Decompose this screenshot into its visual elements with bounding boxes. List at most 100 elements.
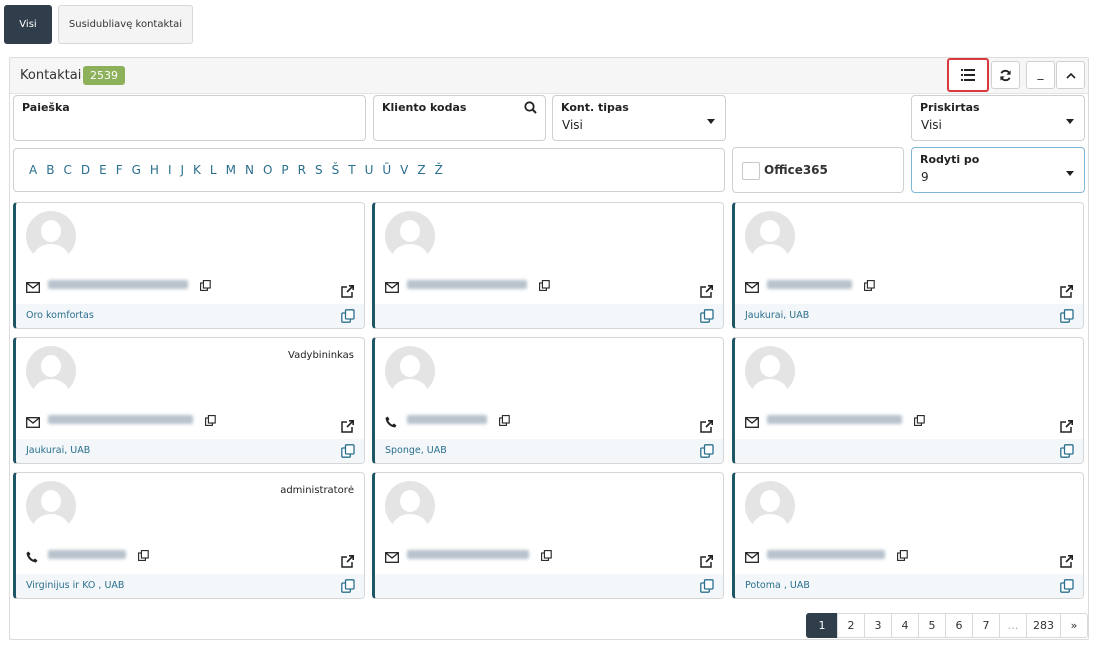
- alphabet-letter[interactable]: V: [400, 163, 408, 177]
- alphabet-letter[interactable]: J: [180, 163, 184, 177]
- copy-company-button[interactable]: [341, 578, 355, 597]
- tab-all[interactable]: Visi: [4, 5, 52, 44]
- company-link[interactable]: Jaukurai, UAB: [26, 445, 90, 456]
- copy-contact-button[interactable]: [914, 411, 925, 430]
- contact-card[interactable]: Jaukurai, UAB: [732, 202, 1084, 329]
- contact-type-select[interactable]: Kont. tipas Visi: [552, 95, 726, 141]
- copy-company-button[interactable]: [700, 443, 714, 462]
- copy-contact-button[interactable]: [200, 276, 211, 295]
- card-footer: Oro komfortas: [16, 304, 364, 328]
- office365-checkbox[interactable]: [742, 162, 760, 180]
- refresh-button[interactable]: [991, 61, 1020, 89]
- alphabet-letter[interactable]: S: [315, 163, 323, 177]
- alphabet-letter[interactable]: Z: [417, 163, 425, 177]
- page-button[interactable]: 5: [918, 613, 946, 638]
- alphabet-letter[interactable]: Š: [332, 163, 340, 177]
- open-contact-button[interactable]: [341, 553, 354, 572]
- alphabet-letter[interactable]: P: [281, 163, 288, 177]
- copy-contact-button[interactable]: [897, 546, 908, 565]
- copy-company-button[interactable]: [700, 578, 714, 597]
- search-field[interactable]: Paieška: [13, 95, 366, 141]
- open-contact-button[interactable]: [1060, 553, 1073, 572]
- copy-contact-button[interactable]: [205, 411, 216, 430]
- company-link[interactable]: Jaukurai, UAB: [745, 310, 809, 321]
- copy-company-button[interactable]: [1060, 443, 1074, 462]
- contact-card[interactable]: Potoma , UAB: [732, 472, 1084, 599]
- redacted-contact-value: [407, 280, 527, 289]
- alphabet-letter[interactable]: E: [99, 163, 107, 177]
- copy-icon: [1060, 444, 1074, 458]
- card-footer: Jaukurai, UAB: [735, 304, 1083, 328]
- page-button[interactable]: 3: [864, 613, 892, 638]
- copy-contact-button[interactable]: [864, 276, 875, 295]
- alphabet-letter[interactable]: F: [116, 163, 123, 177]
- client-code-field[interactable]: Kliento kodas: [373, 95, 546, 141]
- alphabet-letter[interactable]: H: [150, 163, 159, 177]
- company-link[interactable]: Oro komfortas: [26, 310, 94, 321]
- assigned-select[interactable]: Priskirtas Visi: [911, 95, 1085, 141]
- copy-company-button[interactable]: [1060, 308, 1074, 327]
- next-page-button[interactable]: »: [1060, 613, 1088, 638]
- open-contact-button[interactable]: [700, 418, 713, 437]
- page-button[interactable]: 2: [837, 613, 865, 638]
- open-contact-button[interactable]: [1060, 418, 1073, 437]
- alphabet-letter[interactable]: D: [81, 163, 90, 177]
- company-link[interactable]: Potoma , UAB: [745, 580, 810, 591]
- page-button[interactable]: 283: [1026, 613, 1061, 638]
- copy-contact-button[interactable]: [138, 546, 149, 565]
- alphabet-letter[interactable]: A: [29, 163, 37, 177]
- redacted-contact-value: [767, 550, 885, 559]
- alphabet-letter[interactable]: B: [46, 163, 54, 177]
- copy-company-button[interactable]: [341, 443, 355, 462]
- alphabet-letter[interactable]: N: [245, 163, 254, 177]
- search-icon[interactable]: [524, 101, 537, 114]
- tab-duplicates[interactable]: Susidubliavę kontaktai: [58, 5, 193, 44]
- copy-contact-button[interactable]: [499, 411, 510, 430]
- open-contact-button[interactable]: [341, 418, 354, 437]
- contact-card[interactable]: [732, 337, 1084, 464]
- alphabet-letter[interactable]: G: [132, 163, 141, 177]
- page-button[interactable]: 7: [972, 613, 1000, 638]
- list-view-button[interactable]: [947, 58, 989, 92]
- contact-card[interactable]: Vadybininkas Jaukurai, UAB: [13, 337, 365, 464]
- copy-company-button[interactable]: [341, 308, 355, 327]
- alphabet-letter[interactable]: Ū: [382, 163, 391, 177]
- contact-card[interactable]: [372, 472, 724, 599]
- open-contact-button[interactable]: [700, 283, 713, 302]
- top-tabs: Visi Susidubliavę kontaktai: [4, 5, 193, 44]
- alphabet-letter[interactable]: T: [348, 163, 355, 177]
- alphabet-letter[interactable]: I: [168, 163, 172, 177]
- copy-contact-button[interactable]: [541, 546, 552, 565]
- page-button[interactable]: 4: [891, 613, 919, 638]
- collapse-button[interactable]: [1056, 61, 1085, 89]
- copy-contact-button[interactable]: [539, 276, 550, 295]
- page-button[interactable]: 1: [806, 613, 838, 638]
- office365-filter[interactable]: Office365: [732, 147, 904, 193]
- copy-icon: [700, 579, 714, 593]
- contact-card[interactable]: Sponge, UAB: [372, 337, 724, 464]
- alphabet-letter[interactable]: Ž: [435, 163, 443, 177]
- avatar: [26, 346, 76, 396]
- company-link[interactable]: Sponge, UAB: [385, 445, 447, 456]
- open-contact-button[interactable]: [700, 553, 713, 572]
- minimize-button[interactable]: _: [1026, 61, 1055, 89]
- contact-card[interactable]: Oro komfortas: [13, 202, 365, 329]
- show-per-select[interactable]: Rodyti po 9: [911, 147, 1085, 193]
- company-link[interactable]: Virginijus ir KO , UAB: [26, 580, 124, 591]
- alphabet-letter[interactable]: O: [263, 163, 272, 177]
- page-button[interactable]: 6: [945, 613, 973, 638]
- alphabet-letter[interactable]: U: [365, 163, 374, 177]
- contact-card[interactable]: administratorė Virginijus ir KO , UAB: [13, 472, 365, 599]
- avatar: [26, 481, 76, 531]
- alphabet-letter[interactable]: M: [226, 163, 236, 177]
- alphabet-letter[interactable]: L: [210, 163, 217, 177]
- open-contact-button[interactable]: [1060, 283, 1073, 302]
- copy-company-button[interactable]: [1060, 578, 1074, 597]
- search-label: Paieška: [22, 101, 70, 114]
- alphabet-letter[interactable]: K: [193, 163, 201, 177]
- copy-company-button[interactable]: [700, 308, 714, 327]
- alphabet-letter[interactable]: R: [298, 163, 306, 177]
- alphabet-letter[interactable]: C: [63, 163, 71, 177]
- contact-card[interactable]: [372, 202, 724, 329]
- open-contact-button[interactable]: [341, 283, 354, 302]
